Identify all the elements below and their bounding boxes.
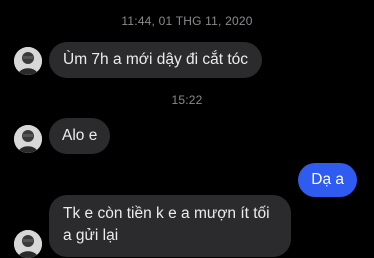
incoming-message[interactable]: Ùm 7h a mới dậy đi cắt tóc xyxy=(49,42,263,78)
avatar-photo-icon xyxy=(14,125,42,153)
incoming-message[interactable]: Tk e còn tiền k e a mượn ít tối a gửi lạ… xyxy=(49,195,291,257)
outgoing-message[interactable]: Dạ a xyxy=(298,163,357,197)
timestamp-divider: 15:22 xyxy=(171,93,203,107)
timestamp-divider: 11:44, 01 THG 11, 2020 xyxy=(121,14,253,28)
contact-avatar[interactable] xyxy=(14,47,42,75)
contact-avatar[interactable] xyxy=(14,230,42,258)
contact-avatar[interactable] xyxy=(14,125,42,153)
avatar-photo-icon xyxy=(14,47,42,75)
avatar-photo-icon xyxy=(14,230,42,258)
incoming-message[interactable]: Alo e xyxy=(49,118,111,154)
